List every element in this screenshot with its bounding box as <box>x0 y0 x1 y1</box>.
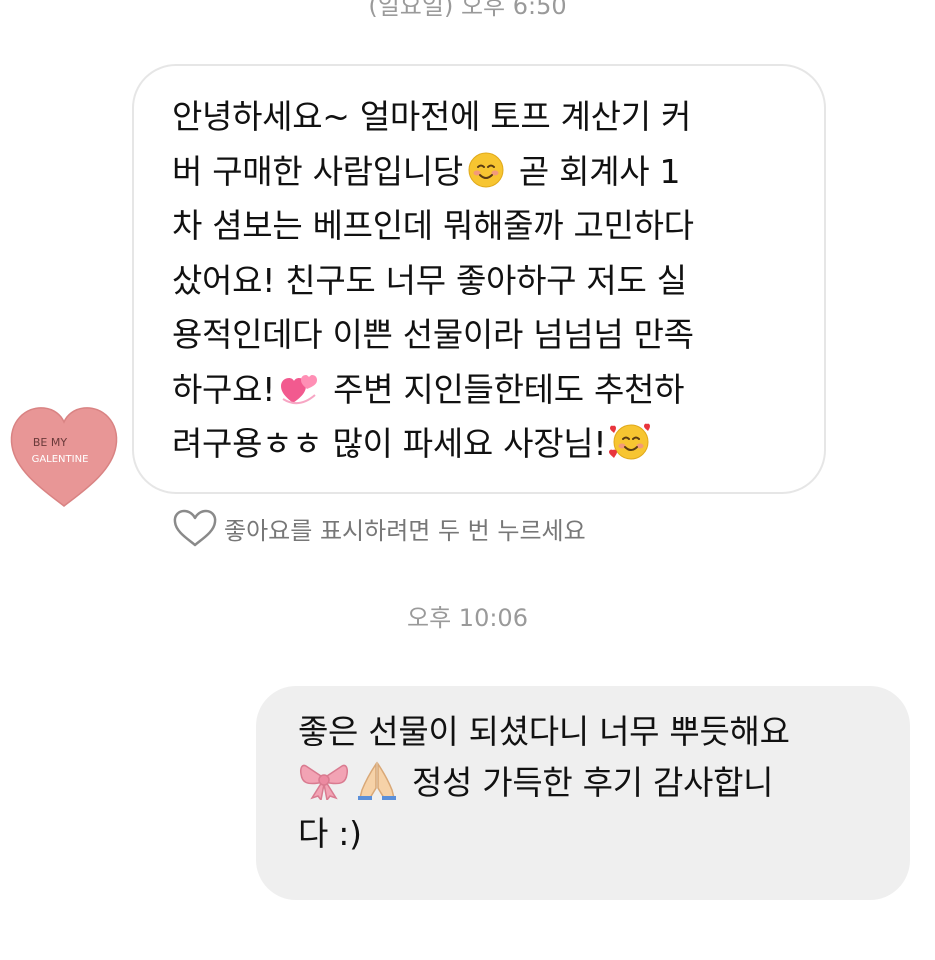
mid-timestamp: 오후 10:06 <box>407 604 528 632</box>
incoming-line-5: 용적인데다 이쁜 선물이라 넘넘넘 만족 <box>172 315 694 354</box>
incoming-line-2: 버 구매한 사람입니당 곧 회계사 1 <box>172 151 681 191</box>
outgoing-message-bubble[interactable]: 좋은 선물이 되셨다니 너무 뿌듯해요 정성 가득한 후기 감사합니 다 :) <box>256 686 910 900</box>
incoming-line-1: 안녕하세요~ 얼마전에 토프 계산기 커 <box>172 97 692 136</box>
sender-avatar[interactable]: BE MY GALENTINE <box>6 402 122 510</box>
like-hint-text: 좋아요를 표시하려면 두 번 누르세요 <box>224 516 586 545</box>
smiling-face-emoji-icon <box>467 151 505 189</box>
folded-hands-emoji-icon <box>356 760 398 800</box>
outgoing-line-3: 다 :) <box>298 814 362 853</box>
avatar-sticker-line-1: BE MY <box>33 436 67 449</box>
revolving-hearts-emoji-icon <box>279 369 319 407</box>
smiling-face-with-hearts-emoji-icon <box>608 421 654 461</box>
outgoing-line-1: 좋은 선물이 되셨다니 너무 뿌듯해요 <box>298 712 790 751</box>
outgoing-line-2: 정성 가득한 후기 감사합니 <box>298 757 886 808</box>
heart-sticker-icon: BE MY GALENTINE <box>10 407 118 507</box>
incoming-line-3: 차 셤보는 베프인데 뭐해줄까 고민하다 <box>172 206 694 245</box>
incoming-line-7: 려구용ㅎㅎ 많이 파세요 사장님! <box>172 417 794 472</box>
like-hint[interactable]: 좋아요를 표시하려면 두 번 누르세요 <box>172 508 586 548</box>
incoming-line-6: 하구요! 주변 지인들한테도 추천하 <box>172 369 685 409</box>
top-timestamp: (일요일) 오후 6:50 <box>368 0 567 20</box>
incoming-message-bubble[interactable]: 안녕하세요~ 얼마전에 토프 계산기 커 버 구매한 사람입니당 곧 회계사 1 … <box>132 64 826 494</box>
incoming-line-4: 샀어요! 친구도 너무 좋아하구 저도 실 <box>172 260 687 300</box>
ribbon-emoji-icon <box>298 760 350 800</box>
heart-outline-icon[interactable] <box>172 508 218 548</box>
avatar-sticker-line-2: GALENTINE <box>32 454 89 465</box>
